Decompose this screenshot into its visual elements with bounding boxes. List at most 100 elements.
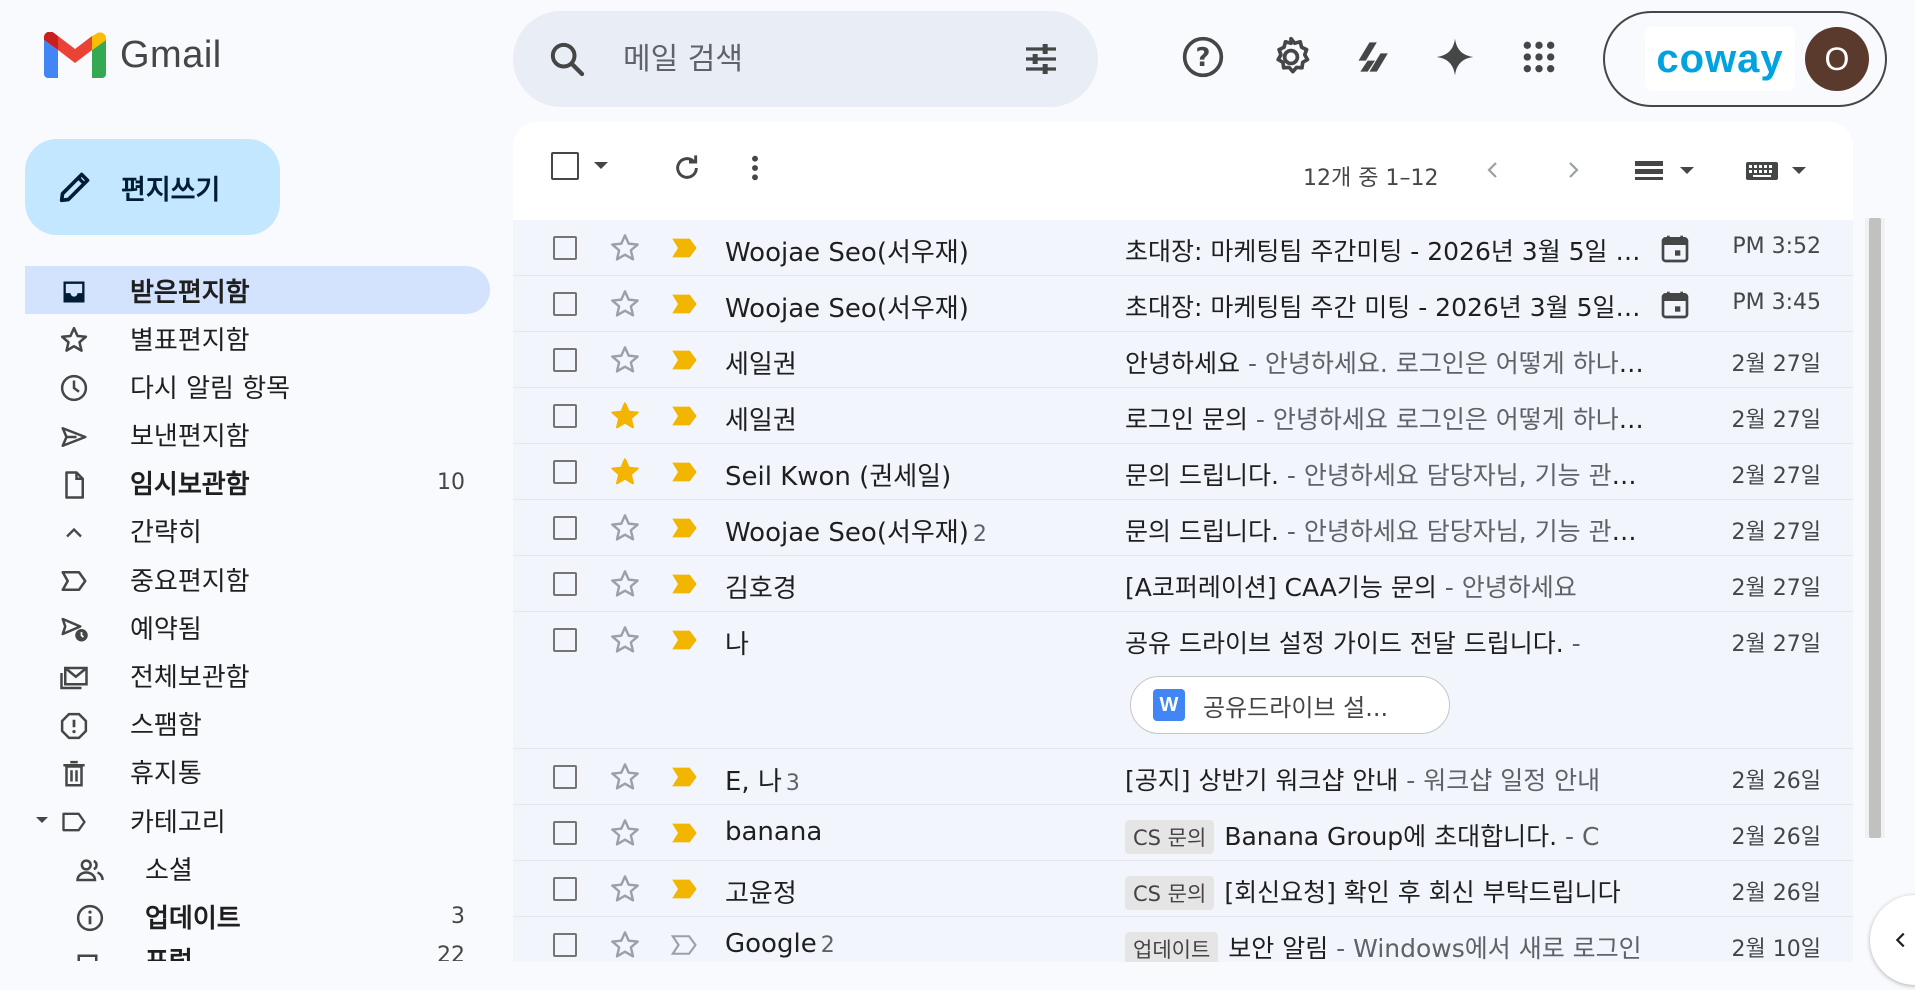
chevron-left-icon [1895,932,1905,948]
row-checkbox[interactable] [553,292,577,316]
newer-button[interactable] [1561,156,1585,184]
row-checkbox[interactable] [553,404,577,428]
scrollbar-thumb[interactable] [1869,218,1881,838]
email-row[interactable]: banana CS 문의 Banana Group에 초대합니다. - C 2월 26… [513,805,1853,861]
apps-grid-icon[interactable] [1516,34,1562,80]
sidebar-item-scheduled[interactable]: 예약됨 [0,603,500,651]
star-outline-icon[interactable] [609,344,641,376]
density-toggle[interactable] [1635,160,1695,182]
email-row[interactable]: Google 2 업데이트 보안 알림 - Windows에서 새로 로그인 2월 10… [513,917,1853,962]
sender-text: 세일권 [725,406,797,436]
received-date: 2월 27일 [1731,408,1821,433]
row-checkbox[interactable] [553,765,577,789]
sidebar-item-starred[interactable]: 별표편지함 [0,314,500,362]
caret-down-icon[interactable] [34,814,50,826]
input-tools-toggle[interactable] [1745,160,1807,182]
email-row[interactable]: E, 나 3 [공지] 상반기 워크샵 안내 - 워크샵 일정 안내 2월 26일 [513,749,1853,805]
importance-marker-icon[interactable] [671,404,699,428]
row-checkbox[interactable] [553,572,577,596]
email-row[interactable]: Woojae Seo(서우재) 2 문의 드립니다. - 안녕하세요 담당자님, 기… [513,500,1853,556]
email-row[interactable]: 세일권 안녕하세요 - 안녕하세요. 로그인은 어떻게 하나요? 2월 27일 [513,332,1853,388]
star-outline-icon[interactable] [609,288,641,320]
star-filled-icon[interactable] [609,400,641,432]
label-chip[interactable]: CS 문의 [1125,876,1215,910]
row-checkbox[interactable] [553,628,577,652]
select-all-checkbox[interactable] [551,152,609,180]
importance-marker-icon[interactable] [671,628,699,652]
email-row[interactable]: Woojae Seo(서우재) 초대장: 마케팅팀 주간 미팅 - 2026년 3… [513,276,1853,332]
row-checkbox[interactable] [553,821,577,845]
compose-button[interactable]: 편지쓰기 [25,139,280,235]
email-row[interactable]: 나 공유 드라이브 설정 가이드 전달 드립니다. - 2월 27일 W 공유드라이브 … [513,612,1853,749]
label-chip[interactable]: 업데이트 [1125,932,1219,962]
importance-marker-icon[interactable] [671,877,699,901]
attachment-chip[interactable]: W 공유드라이브 설... [1130,676,1450,734]
importance-marker-icon[interactable] [671,572,699,596]
search-icon[interactable] [547,39,587,79]
star-outline-icon[interactable] [609,232,641,264]
caret-down-icon[interactable] [593,161,609,171]
importance-marker-icon[interactable] [671,516,699,540]
row-checkbox[interactable] [553,933,577,957]
row-checkbox[interactable] [553,348,577,372]
search-input[interactable] [623,31,1003,87]
sidebar-item-inbox[interactable]: 받은편지함 [25,266,490,314]
star-outline-icon[interactable] [609,512,641,544]
importance-marker-icon[interactable] [671,460,699,484]
importance-marker-icon[interactable] [671,765,699,789]
email-row[interactable]: 세일권 로그인 문의 - 안녕하세요 로그인은 어떻게 하나요? 2월 27일 [513,388,1853,444]
sidebar-item-important[interactable]: 중요편지함 [0,555,500,603]
account-switcher[interactable]: coway O [1603,11,1887,107]
gemini-sparkle-icon[interactable] [1432,34,1478,80]
sidebar-item-updates[interactable]: 업데이트 3 [0,892,500,940]
star-outline-icon[interactable] [609,817,641,849]
calendar-event-icon[interactable] [1659,232,1691,266]
search-bar[interactable] [513,11,1098,107]
star-outline-icon[interactable] [609,624,641,656]
email-row[interactable]: 고윤정 CS 문의 [회신요청] 확인 후 회신 부탁드립니다 2월 26일 [513,861,1853,917]
star-outline-icon[interactable] [609,568,641,600]
sidebar-item-spam[interactable]: 스팸함 [0,700,500,748]
sidebar-item-all-mail[interactable]: 전체보관함 [0,652,500,700]
importance-marker-icon[interactable] [671,236,699,260]
calendar-event-icon[interactable] [1659,288,1691,322]
email-row[interactable]: 김호경 [A코퍼레이션] CAA기능 문의 - 안녕하세요 2월 27일 [513,556,1853,612]
star-outline-icon[interactable] [609,873,641,905]
refresh-button[interactable] [671,152,703,184]
row-checkbox[interactable] [553,877,577,901]
sidebar-item-sent[interactable]: 보낸편지함 [0,411,500,459]
sender-text: 김호경 [725,574,797,604]
row-checkbox[interactable] [553,460,577,484]
chevron-up-icon [58,517,90,549]
settings-icon[interactable] [1268,34,1314,80]
star-filled-icon[interactable] [609,456,641,488]
sidebar-item-drafts[interactable]: 임시보관함 10 [0,459,500,507]
sidebar-item-categories[interactable]: 카테고리 [0,796,500,844]
avatar[interactable]: O [1805,27,1869,91]
sidebar-item-snoozed[interactable]: 다시 알림 항목 [0,362,500,410]
label-chip[interactable]: CS 문의 [1125,820,1215,854]
scrollbar[interactable] [1865,218,1885,838]
star-outline-icon[interactable] [609,929,641,961]
importance-marker-icon[interactable] [671,292,699,316]
importance-marker-icon[interactable] [671,821,699,845]
sidebar-item-less[interactable]: 간략히 [0,507,500,555]
info-icon [74,902,106,934]
side-panel-toggle[interactable] [1870,895,1915,985]
sidebar-item-social[interactable]: 소셜 [0,844,500,892]
sidebar-item-trash[interactable]: 휴지통 [0,748,500,796]
importance-marker-icon[interactable] [671,348,699,372]
email-row[interactable]: Woojae Seo(서우재) 초대장: 마케팅팀 주간미팅 - 2026년 3월… [513,220,1853,276]
email-row[interactable]: Seil Kwon (권세일) 문의 드립니다. - 안녕하세요 담당자님, 기능… [513,444,1853,500]
star-outline-icon[interactable] [609,761,641,793]
row-checkbox[interactable] [553,236,577,260]
gmail-logo[interactable]: Gmail [44,32,222,78]
gemini-apps-icon[interactable] [1352,34,1398,80]
search-options-icon[interactable] [1021,39,1061,79]
importance-marker-icon[interactable] [671,933,699,957]
help-icon[interactable]: ? [1180,34,1226,80]
row-checkbox[interactable] [553,516,577,540]
older-button[interactable] [1481,156,1505,184]
sidebar-item-forums[interactable]: 포럼 22 [0,941,500,961]
more-options-button[interactable] [747,152,763,184]
